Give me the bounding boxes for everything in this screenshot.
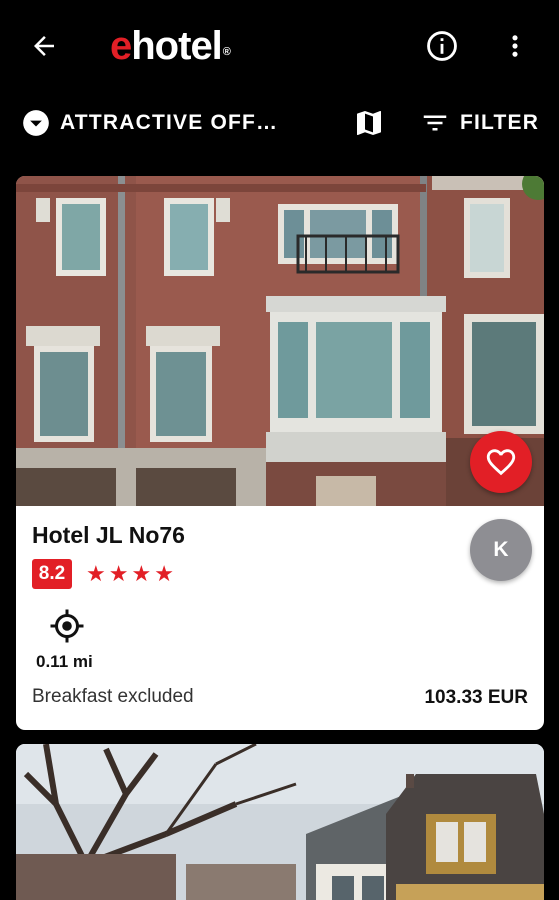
arrow-back-icon: [34, 36, 54, 56]
hotel-card[interactable]: K Hotel JL No76 8.2 ★ ★ ★ ★ 0.11 mi Brea…: [16, 176, 544, 730]
info-button[interactable]: [423, 27, 461, 65]
filter-label: FILTER: [460, 111, 540, 134]
filter-button[interactable]: FILTER: [420, 106, 539, 140]
hotel-name: Hotel JL No76: [32, 522, 185, 548]
map-view-button[interactable]: [350, 104, 388, 142]
app-bar: ehotel®: [0, 0, 559, 90]
ehotel-logo: ehotel®: [110, 24, 231, 68]
star-icon: ★: [154, 561, 174, 586]
price-label: 103.33 EUR: [424, 687, 528, 708]
sort-label: ATTRACTIVE OFF…: [60, 111, 279, 134]
hotel-photo: [16, 176, 544, 506]
back-button[interactable]: [26, 28, 62, 64]
star-icon: ★: [131, 561, 152, 586]
filter-lines-icon: [423, 115, 447, 131]
rating-badge: 8.2: [32, 559, 72, 589]
star-icon: ★: [108, 561, 129, 586]
heart-icon: [486, 449, 516, 476]
favorite-button[interactable]: [470, 431, 532, 493]
sort-dropdown[interactable]: ATTRACTIVE OFF…: [22, 106, 278, 140]
more-options-button[interactable]: [500, 27, 530, 65]
chevron-down-circle-icon: [23, 110, 49, 136]
map-icon: [357, 111, 381, 135]
info-icon: [427, 31, 457, 61]
star-rating: ★ ★ ★ ★: [86, 560, 174, 588]
hotel-card[interactable]: [16, 744, 544, 900]
avatar[interactable]: K: [470, 519, 532, 581]
meal-info: Breakfast excluded: [32, 686, 194, 707]
star-icon: ★: [86, 561, 106, 586]
distance-label: 0.11 mi: [36, 652, 93, 671]
crosshair-location-icon: [50, 609, 84, 643]
results-toolbar: ATTRACTIVE OFF… FILTER: [0, 96, 559, 150]
more-vert-icon: [512, 35, 518, 57]
hotel-photo: [16, 744, 544, 900]
